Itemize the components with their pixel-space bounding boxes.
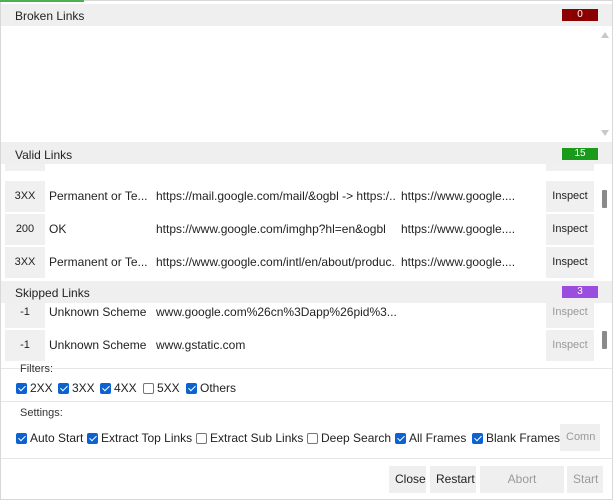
progress-accent [0, 0, 84, 2]
status-code: 3XX [5, 181, 45, 212]
divider [1, 401, 612, 402]
table-row: -1 Unknown Scheme www.google.com%26cn%3D… [3, 303, 596, 328]
extract-sub-links-checkbox[interactable]: Extract Sub Links [196, 431, 303, 445]
skipped-links-title: Skipped Links [15, 286, 90, 300]
link-url: https://mail.google.com/mail/&ogbl -> ht… [156, 189, 396, 203]
scrollbar-thumb[interactable] [602, 190, 607, 208]
filter-3xx-checkbox[interactable]: 3XX [58, 381, 95, 395]
filters-label: Filters: [20, 363, 53, 375]
broken-links-header: Broken Links 0 [1, 4, 612, 26]
valid-scrollbar[interactable] [598, 164, 612, 280]
blank-frames-checkbox[interactable]: Blank Frames [472, 431, 560, 445]
link-url: https://www.google.com/intl/en/about/pro… [156, 255, 396, 269]
status-code: -1 [5, 330, 45, 361]
valid-count-badge: 15 [562, 148, 598, 160]
checkbox-checked-icon[interactable] [87, 432, 98, 444]
scrollbar-thumb[interactable] [602, 331, 607, 349]
divider [1, 368, 612, 369]
restart-button[interactable]: Restart [430, 466, 476, 493]
status-code: 3XX [5, 247, 45, 278]
checkbox-checked-icon[interactable] [472, 432, 483, 444]
checkbox-checked-icon[interactable] [16, 432, 27, 444]
close-button[interactable]: Close [389, 466, 426, 493]
abort-button[interactable]: Abort (18/134) [480, 466, 564, 500]
checkbox-checked-icon[interactable] [100, 382, 111, 394]
broken-scrollbar[interactable] [598, 26, 612, 142]
inspect-button[interactable]: Inspect [546, 181, 594, 212]
link-url [156, 164, 396, 171]
link-url: www.google.com%26cn%3Dapp%26pid%3... [156, 305, 396, 319]
checkbox-checked-icon[interactable] [58, 382, 69, 394]
broken-count-badge: 0 [562, 9, 598, 21]
checkbox-unchecked-icon[interactable] [307, 432, 318, 444]
filter-others-checkbox[interactable]: Others [186, 381, 236, 395]
status-text: OK [49, 222, 67, 236]
valid-links-header: Valid Links 15 [1, 142, 612, 164]
table-row [3, 164, 596, 171]
checkbox-checked-icon[interactable] [186, 382, 197, 394]
table-row: 3XX Permanent or Te... https://mail.goog… [3, 181, 596, 212]
table-row: 200 OK https://www.google.com/imghp?hl=e… [3, 214, 596, 245]
inspect-button[interactable]: Inspect [546, 330, 594, 361]
status-code: 200 [5, 214, 45, 245]
auto-start-checkbox[interactable]: Auto Start [16, 431, 83, 445]
broken-links-list[interactable] [1, 26, 612, 142]
inspect-button[interactable]: Inspect [546, 247, 594, 278]
checkbox-checked-icon[interactable] [16, 382, 27, 394]
checkbox-unchecked-icon[interactable] [143, 382, 154, 394]
valid-links-list[interactable]: 3XX Permanent or Te... https://mail.goog… [1, 164, 612, 280]
skipped-count-badge: 3 [562, 286, 598, 298]
extract-top-links-checkbox[interactable]: Extract Top Links [87, 431, 192, 445]
table-row: -1 Unknown Scheme www.gstatic.com Inspec… [3, 330, 596, 361]
status-code: -1 [5, 303, 45, 328]
skipped-links-header: Skipped Links 3 [1, 281, 612, 303]
broken-links-title: Broken Links [15, 9, 85, 23]
redirect-url: https://www.google.... [401, 255, 516, 269]
redirect-url: https://www.google.... [401, 189, 516, 203]
divider [1, 458, 612, 459]
inspect-button[interactable]: Inspect [546, 303, 594, 328]
filter-4xx-checkbox[interactable]: 4XX [100, 381, 137, 395]
settings-label: Settings: [20, 407, 63, 419]
status-text: Unknown Scheme [49, 305, 147, 319]
status-code [5, 164, 45, 171]
table-row: 3XX Permanent or Te... https://www.googl… [3, 247, 596, 278]
status-text: Permanent or Te... [49, 189, 148, 203]
start-button[interactable]: Start [567, 466, 603, 493]
inspect-button[interactable]: Inspect [546, 214, 594, 245]
filter-2xx-checkbox[interactable]: 2XX [16, 381, 53, 395]
checkbox-unchecked-icon[interactable] [196, 432, 207, 444]
more-settings-button[interactable]: Comn [560, 424, 600, 451]
inspect-button[interactable] [546, 164, 594, 171]
all-frames-checkbox[interactable]: All Frames [395, 431, 466, 445]
skipped-links-list[interactable]: -1 Unknown Scheme www.google.com%26cn%3D… [1, 303, 612, 363]
link-url: https://www.google.com/imghp?hl=en&ogbl [156, 222, 386, 236]
link-url: www.gstatic.com [156, 338, 246, 352]
checkbox-checked-icon[interactable] [395, 432, 406, 444]
redirect-url: https://www.google.... [401, 222, 516, 236]
status-text: Permanent or Te... [49, 255, 148, 269]
status-text: Unknown Scheme [49, 338, 147, 352]
skipped-scrollbar[interactable] [598, 303, 612, 363]
valid-links-title: Valid Links [15, 148, 73, 162]
deep-search-checkbox[interactable]: Deep Search [307, 431, 391, 445]
scroll-up-arrow-icon[interactable] [601, 32, 609, 38]
scroll-down-arrow-icon[interactable] [601, 130, 609, 136]
filter-5xx-checkbox[interactable]: 5XX [143, 381, 180, 395]
